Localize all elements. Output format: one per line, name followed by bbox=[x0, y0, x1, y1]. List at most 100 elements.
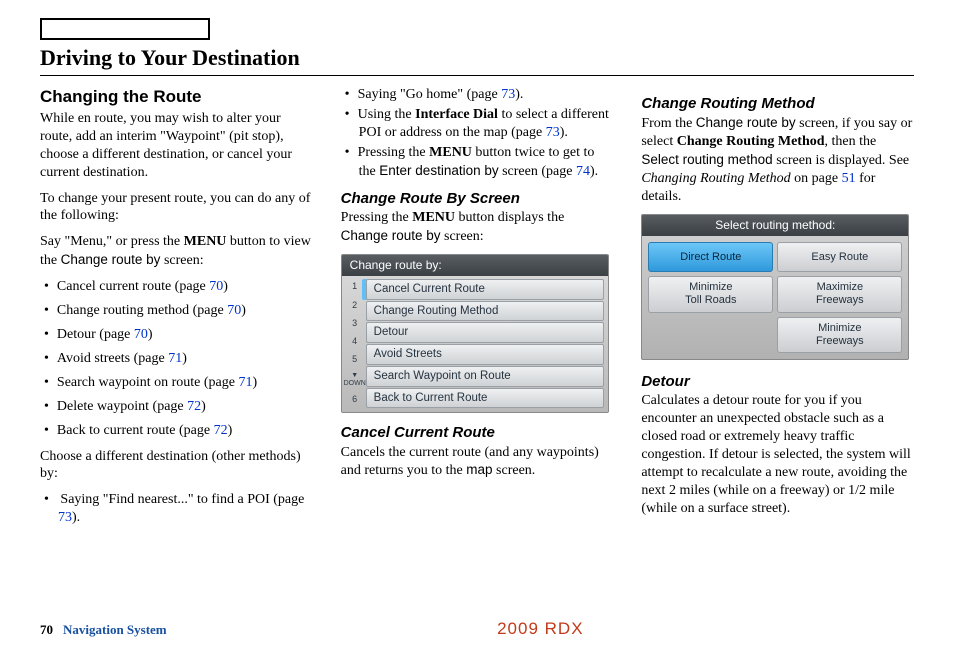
routing-option[interactable]: Direct Route bbox=[648, 242, 773, 272]
text: button displays the bbox=[455, 210, 564, 225]
page-ref: 73 bbox=[546, 125, 560, 140]
screen-name: Change route by bbox=[61, 252, 161, 267]
page-number: 70 bbox=[40, 622, 53, 639]
list-item: Delete waypoint (page 72) bbox=[44, 398, 313, 416]
nav-screen-change-route: Change route by: 12345▼DOWN6 Cancel Curr… bbox=[341, 254, 609, 414]
text: Using the bbox=[358, 107, 416, 122]
page-ref: 74 bbox=[576, 164, 590, 179]
routing-option[interactable]: MaximizeFreeways bbox=[777, 276, 902, 312]
list-item: Search waypoint on route (page 71) bbox=[44, 374, 313, 392]
page-ref: 71 bbox=[168, 351, 182, 366]
text: on page bbox=[791, 171, 842, 186]
nav-menu-item[interactable]: Back to Current Route bbox=[366, 388, 604, 409]
columns: Changing the Route While en route, you m… bbox=[40, 86, 914, 535]
list-item: Saying "Find nearest..." to find a POI (… bbox=[44, 491, 313, 527]
section-title-changing-route: Changing the Route bbox=[40, 86, 313, 108]
list-item: Back to current route (page 72) bbox=[44, 422, 313, 440]
nav-screen-body: 1 2 3 4 5 ▼DOWN 6 Cancel Current RouteChange R… bbox=[342, 276, 608, 412]
chapter-title: Driving to Your Destination bbox=[40, 44, 914, 76]
nav-row-number: 6 bbox=[352, 394, 357, 406]
text: Back to current route (page bbox=[57, 423, 214, 438]
menu-label: MENU bbox=[412, 210, 455, 225]
nav-menu-item[interactable]: Detour bbox=[366, 322, 604, 343]
text: ) bbox=[223, 279, 228, 294]
bold-label: MENU bbox=[429, 145, 472, 160]
xref: Changing Routing Method bbox=[641, 171, 790, 186]
text: Pressing the bbox=[341, 210, 413, 225]
page-ref: 70 bbox=[134, 327, 148, 342]
text: ). bbox=[560, 125, 568, 140]
text: Delete waypoint (page bbox=[57, 399, 187, 414]
text: ) bbox=[252, 375, 257, 390]
route-options-list: Cancel current route (page 70) Change rou… bbox=[40, 278, 313, 439]
text: Saying "Go home" (page bbox=[358, 87, 502, 102]
page-ref: 51 bbox=[842, 171, 856, 186]
list-item: Change routing method (page 70) bbox=[44, 302, 313, 320]
text: screen: bbox=[441, 229, 484, 244]
list-item: Pressing the MENU button twice to get to… bbox=[345, 144, 614, 181]
column-1: Changing the Route While en route, you m… bbox=[40, 86, 313, 535]
intro-para-2: To change your present route, you can do… bbox=[40, 190, 313, 226]
bold-label: Change Routing Method bbox=[677, 134, 825, 149]
column-3: Change Routing Method From the Change ro… bbox=[641, 86, 914, 535]
text: ) bbox=[201, 399, 206, 414]
routing-option[interactable]: MinimizeFreeways bbox=[777, 317, 902, 353]
text: Change routing method (page bbox=[57, 303, 227, 318]
other-methods-list: Saying "Find nearest..." to find a POI (… bbox=[40, 491, 313, 527]
nav-row-number: 5 bbox=[352, 354, 357, 366]
screen-name: Enter destination by bbox=[379, 163, 498, 178]
subsection-detour: Detour bbox=[641, 372, 914, 391]
text: From the bbox=[641, 116, 695, 131]
list-item: Saying "Go home" (page 73). bbox=[345, 86, 614, 104]
routing-option[interactable]: Easy Route bbox=[777, 242, 902, 272]
nav-list-column: Cancel Current RouteChange Routing Metho… bbox=[366, 278, 604, 409]
text: screen: bbox=[160, 253, 203, 268]
nav-menu-item[interactable]: Cancel Current Route bbox=[366, 279, 604, 300]
nav-menu-item[interactable]: Search Waypoint on Route bbox=[366, 366, 604, 387]
text: ) bbox=[182, 351, 187, 366]
page-ref: 72 bbox=[214, 423, 228, 438]
other-methods-lead: Choose a different destination (other me… bbox=[40, 448, 313, 484]
screen-name: Change route by bbox=[341, 228, 441, 243]
nav-num-column: 1 2 3 4 5 ▼DOWN 6 bbox=[344, 278, 366, 409]
page-ref: 72 bbox=[187, 399, 201, 414]
list-item: Cancel current route (page 70) bbox=[44, 278, 313, 296]
intro-para-1: While en route, you may wish to alter yo… bbox=[40, 110, 313, 182]
text: ) bbox=[241, 303, 246, 318]
nav-row-number: 3 bbox=[352, 318, 357, 330]
text: screen. bbox=[493, 463, 536, 478]
text: screen (page bbox=[499, 164, 576, 179]
header-box bbox=[40, 18, 210, 40]
text: Avoid streets (page bbox=[57, 351, 168, 366]
screen-name: map bbox=[466, 462, 492, 477]
text: Detour (page bbox=[57, 327, 134, 342]
sub1-para: Pressing the MENU button displays the Ch… bbox=[341, 209, 614, 246]
list-item: Avoid streets (page 71) bbox=[44, 350, 313, 368]
routing-screen-title: Select routing method: bbox=[642, 215, 908, 236]
nav-menu-item[interactable]: Avoid Streets bbox=[366, 344, 604, 365]
cancel-route-para: Cancels the current route (and any waypo… bbox=[341, 444, 614, 481]
nav-menu-item[interactable]: Change Routing Method bbox=[366, 301, 604, 322]
nav-row-number: 2 bbox=[352, 300, 357, 312]
down-arrow-icon[interactable]: ▼DOWN bbox=[344, 372, 366, 387]
nav-row-number: 4 bbox=[352, 336, 357, 348]
text: Pressing the bbox=[358, 145, 430, 160]
routing-option[interactable]: MinimizeToll Roads bbox=[648, 276, 773, 312]
text: , then the bbox=[825, 134, 877, 149]
screen-name: Select routing method bbox=[641, 152, 772, 167]
nav-row-number: 1 bbox=[352, 281, 357, 293]
menu-label: MENU bbox=[184, 234, 227, 249]
text: ). bbox=[590, 164, 598, 179]
routing-grid: Direct RouteEasy RouteMinimizeToll Roads… bbox=[642, 236, 908, 359]
page-ref: 70 bbox=[227, 303, 241, 318]
footer: 70 Navigation System 2009 RDX bbox=[40, 618, 914, 640]
subsection-change-route-by: Change Route By Screen bbox=[341, 189, 614, 208]
text: ). bbox=[72, 510, 80, 525]
page-ref: 73 bbox=[58, 510, 72, 525]
text: ) bbox=[148, 327, 153, 342]
page-ref: 73 bbox=[501, 87, 515, 102]
detour-para: Calculates a detour route for you if you… bbox=[641, 392, 914, 517]
text: Say "Menu," or press the bbox=[40, 234, 184, 249]
list-item: Detour (page 70) bbox=[44, 326, 313, 344]
text: Saying "Find nearest..." to find a POI (… bbox=[60, 492, 304, 507]
